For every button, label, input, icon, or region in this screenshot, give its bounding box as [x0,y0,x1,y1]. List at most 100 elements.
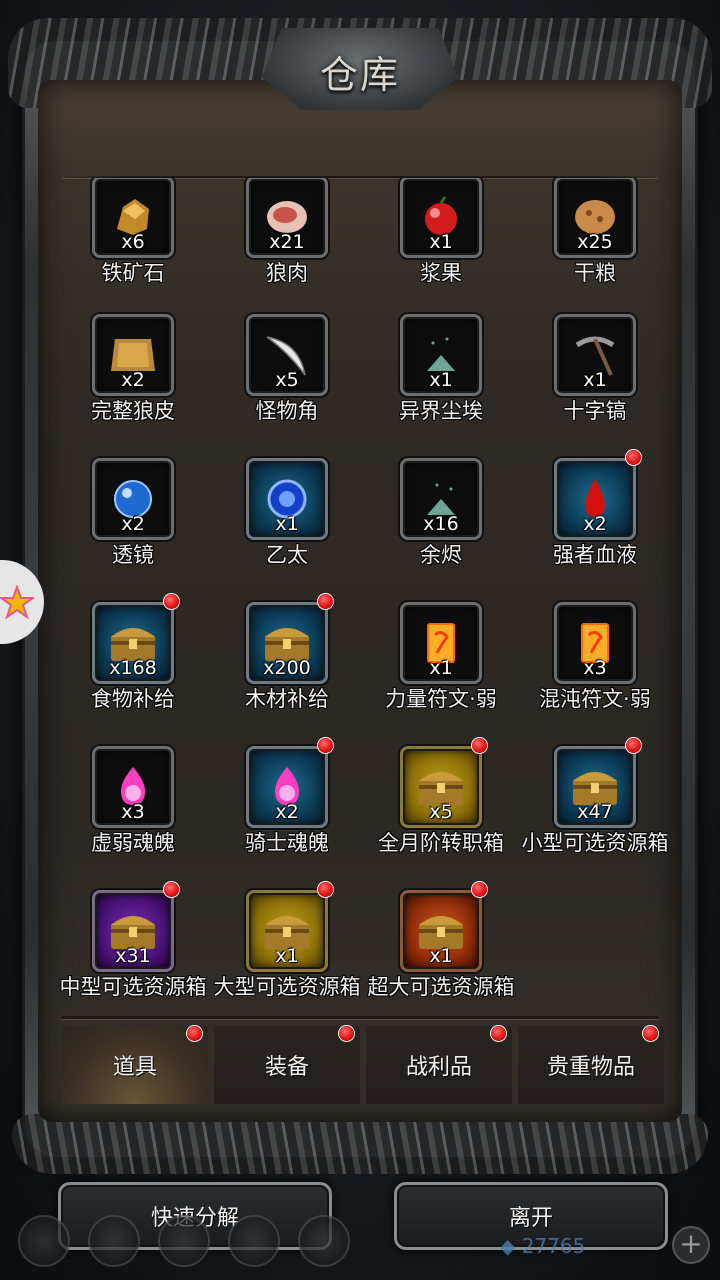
item-slot[interactable]: x16 [400,458,482,540]
tab-items[interactable]: 道具 [62,1026,208,1104]
new-indicator-dot [626,738,641,753]
item-quantity: x1 [429,231,453,253]
item-quantity: x2 [121,369,145,391]
item-quantity: x168 [109,657,157,679]
inventory-item[interactable]: x1 大型可选资源箱 [210,882,364,1016]
item-name: 强者血液 [553,543,637,567]
item-slot[interactable]: x3 [92,746,174,828]
item-name: 余烬 [420,543,462,567]
inventory-item[interactable]: x2 完整狼皮 [56,314,210,454]
star-icon [0,585,34,619]
item-slot[interactable]: x25 [554,178,636,258]
item-slot[interactable]: x1 [400,178,482,258]
inventory-item[interactable]: x16 余烬 [364,458,518,598]
item-slot[interactable]: x1 [400,890,482,972]
item-slot[interactable]: x5 [246,314,328,396]
item-slot[interactable]: x1 [400,314,482,396]
new-indicator-dot [318,882,333,897]
inventory-item[interactable]: x2 骑士魂魄 [210,738,364,886]
tab-valuables[interactable]: 贵重物品 [518,1026,664,1104]
inventory-item[interactable]: x1 力量符文·弱 [364,602,518,742]
divider [62,1016,658,1019]
inventory-item[interactable]: x3 虚弱魂魄 [56,746,210,886]
item-name: 铁矿石 [101,261,165,285]
inventory-item[interactable]: x47 小型可选资源箱 [518,738,668,886]
item-name: 狼肉 [266,261,308,285]
item-slot[interactable]: x1 [246,890,328,972]
inventory-item[interactable]: x1 十字镐 [518,314,668,454]
inventory-item[interactable]: x1 乙太 [210,458,364,598]
hud-button[interactable] [228,1215,280,1267]
item-quantity: x2 [583,513,607,535]
item-slot[interactable]: x2 [554,458,636,540]
new-indicator-dot [472,882,487,897]
item-quantity: x5 [275,369,299,391]
item-slot[interactable]: x2 [246,746,328,828]
page-title: 仓库 [319,53,400,97]
inventory-item[interactable]: x200 木材补给 [210,594,364,742]
hud-button[interactable] [18,1215,70,1267]
item-grid[interactable]: x6 铁矿石 x21 狼肉 x1 浆果 x25 干粮 x2 完整狼皮 x5 怪物角 x1 异界尘埃 x1 十字… [56,178,668,1016]
item-slot[interactable]: x2 [92,314,174,396]
item-quantity: x25 [577,231,613,253]
item-name: 超大可选资源箱 [367,975,515,999]
new-indicator-dot [643,1026,658,1041]
inventory-item[interactable]: x6 铁矿石 [56,178,210,316]
item-slot[interactable]: x168 [92,602,174,684]
item-quantity: x1 [275,945,299,967]
item-slot[interactable]: x5 [400,746,482,828]
item-name: 混沌符文·弱 [539,687,651,711]
inventory-item[interactable]: x1 超大可选资源箱 [364,882,518,1016]
inventory-item[interactable]: x1 浆果 [364,178,518,316]
inventory-item[interactable]: x5 全月阶转职箱 [364,738,518,886]
item-slot[interactable]: x1 [400,602,482,684]
add-gems-button[interactable]: + [672,1226,710,1264]
item-slot[interactable]: x31 [92,890,174,972]
item-name: 异界尘埃 [399,399,483,423]
inventory-item[interactable]: x3 混沌符文·弱 [518,602,668,742]
inventory-item[interactable]: x168 食物补给 [56,594,210,742]
item-name: 浆果 [420,261,462,285]
item-name: 全月阶转职箱 [378,831,504,855]
item-quantity: x3 [121,801,145,823]
gem-count-value: 27765 [521,1234,586,1258]
item-name: 力量符文·弱 [385,687,497,711]
inventory-item[interactable]: x2 透镜 [56,458,210,598]
item-slot[interactable]: x200 [246,602,328,684]
item-quantity: x3 [583,657,607,679]
item-name: 食物补给 [91,687,175,711]
inventory-item[interactable]: x21 狼肉 [210,178,364,316]
hud-button[interactable] [88,1215,140,1267]
hud-button[interactable] [298,1215,350,1267]
tab-label: 道具 [112,1055,157,1080]
item-name: 怪物角 [255,399,319,423]
new-indicator-dot [472,738,487,753]
item-quantity: x47 [577,801,613,823]
new-indicator-dot [491,1026,506,1041]
item-quantity: x5 [429,801,453,823]
inventory-item[interactable]: x25 干粮 [518,178,668,316]
item-slot[interactable]: x1 [246,458,328,540]
inventory-item[interactable]: x2 强者血液 [518,450,668,598]
tab-loot[interactable]: 战利品 [366,1026,512,1104]
item-slot[interactable]: x2 [92,458,174,540]
item-slot[interactable]: x6 [92,178,174,258]
inventory-item[interactable]: x5 怪物角 [210,314,364,454]
item-slot[interactable]: x3 [554,602,636,684]
item-slot[interactable]: x21 [246,178,328,258]
tab-equipment[interactable]: 装备 [214,1026,360,1104]
item-name: 虚弱魂魄 [91,831,175,855]
category-tabs: 道具 装备 战利品 贵重物品 [62,1026,664,1106]
new-indicator-dot [318,738,333,753]
item-quantity: x200 [263,657,311,679]
item-slot[interactable]: x47 [554,746,636,828]
hud-button[interactable] [158,1215,210,1267]
item-quantity: x2 [275,801,299,823]
inventory-item[interactable]: x31 中型可选资源箱 [56,882,210,1016]
new-indicator-dot [164,594,179,609]
item-name: 完整狼皮 [91,399,175,423]
item-slot[interactable]: x1 [554,314,636,396]
inventory-item[interactable]: x1 异界尘埃 [364,314,518,454]
item-name: 中型可选资源箱 [59,975,207,999]
new-indicator-dot [339,1026,354,1041]
